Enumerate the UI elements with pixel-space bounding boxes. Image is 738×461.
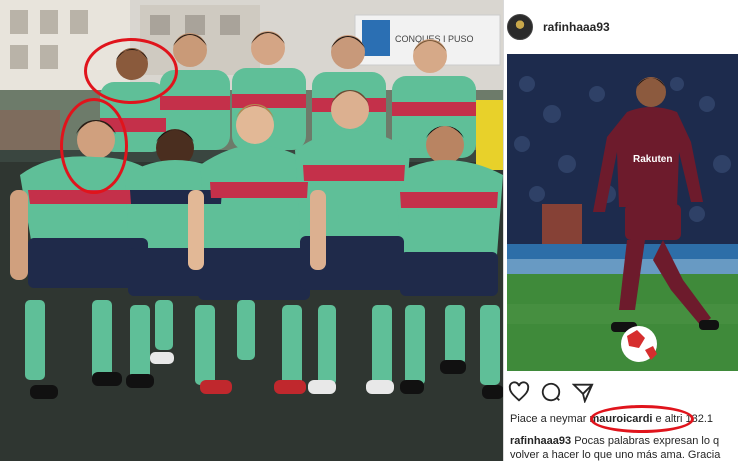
likes-suffix[interactable]: e altri 132.1 <box>656 413 713 425</box>
avatar[interactable] <box>507 14 533 40</box>
heart-icon[interactable] <box>508 381 530 403</box>
team-photo-illustration: CONQUES I PUSO <box>0 0 503 461</box>
instagram-post: rafinhaaa93 Rakuten Piace a neymar mauro… <box>503 0 738 461</box>
post-photo-illustration: Rakuten <box>507 54 738 371</box>
likes-line: Piace a neymar mauroicardi e altri 132.1 <box>510 413 713 425</box>
jersey-sponsor: Rakuten <box>633 154 672 165</box>
caption-text-line1: Pocas palabras expresan lo q <box>574 435 720 447</box>
share-icon[interactable] <box>571 381 594 404</box>
caption-text-line2: volver a hacer lo que uno más ama. Graci… <box>510 449 721 461</box>
post-caption: rafinhaaa93 Pocas palabras expresan lo q… <box>510 434 738 461</box>
likes-highlight-user[interactable]: mauroicardi <box>590 413 653 425</box>
post-actions <box>504 378 738 406</box>
likes-prefix: Piace a neymar <box>510 413 587 425</box>
comment-icon[interactable] <box>540 381 562 403</box>
post-username[interactable]: rafinhaaa93 <box>543 20 610 34</box>
post-photo[interactable]: Rakuten <box>507 54 738 371</box>
caption-username[interactable]: rafinhaaa93 <box>510 435 571 447</box>
post-header: rafinhaaa93 <box>504 0 738 54</box>
team-photo: CONQUES I PUSO <box>0 0 503 461</box>
